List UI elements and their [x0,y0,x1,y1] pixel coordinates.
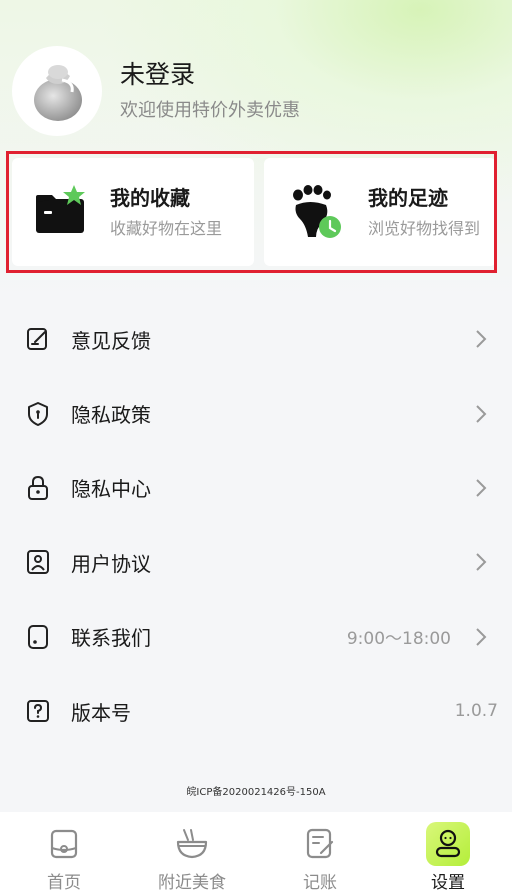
question-icon [27,700,49,723]
menu-item-contact[interactable]: 联系我们 9:00～18:00 [0,600,512,674]
menu-label-contact: 联系我们 [71,626,151,651]
folder-star-icon [36,185,85,233]
tab-label-settings: 设置 [431,873,465,893]
chevron-right-icon [476,404,487,423]
tab-label-nearby-food: 附近美食 [158,873,226,893]
home-icon [42,822,86,866]
history-card[interactable]: 我的足迹 浏览好物找得到 [264,158,496,266]
user-doc-icon [27,550,49,575]
tab-home[interactable]: 首页 [0,812,128,896]
menu-item-privacy-policy[interactable]: 隐私政策 [0,376,512,450]
menu-item-feedback[interactable]: 意见反馈 [0,302,512,376]
tab-label-accounting: 记账 [303,873,337,893]
menu-item-user-agreement[interactable]: 用户协议 [0,525,512,599]
avatar[interactable] [12,46,102,136]
menu-item-privacy-center[interactable]: 隐私中心 [0,451,512,525]
tab-settings[interactable]: 设置 [384,812,512,896]
menu-label-user-agreement: 用户协议 [71,551,151,576]
menu-label-privacy-center: 隐私中心 [71,477,151,502]
shield-icon [28,401,48,426]
contact-hours: 9:00～18:00 [346,629,451,650]
footprint-clock-icon [293,185,341,238]
icp-license: 皖ICP备2020021426号-150A [186,787,326,798]
notebook-icon [298,822,342,866]
tab-accounting[interactable]: 记账 [256,812,384,896]
favorites-subtitle: 收藏好物在这里 [110,219,223,238]
chevron-right-icon [476,330,487,348]
menu-label-version: 版本号 [71,700,131,725]
favorites-card[interactable]: 我的收藏 收藏好物在这里 [12,158,254,266]
menu-label-feedback: 意见反馈 [71,328,151,353]
history-subtitle: 浏览好物找得到 [368,219,481,238]
tab-nearby-food[interactable]: 附近美食 [128,812,256,896]
profile-section[interactable]: 未登录 欢迎使用特价外卖优惠 [12,46,300,136]
menu-label-privacy-policy: 隐私政策 [71,403,151,428]
settings-menu: 意见反馈 隐私政策 隐私中心 用户协议 联系我们 9:00～18:00 版本号 … [0,302,512,748]
version-number: 1.0.7 [454,701,498,722]
tab-label-home: 首页 [47,873,81,893]
phone-icon [28,624,48,649]
history-title: 我的足迹 [368,186,448,210]
login-status[interactable]: 未登录 [120,58,300,92]
profile-settings-icon [426,822,470,866]
chevron-right-icon [476,553,487,572]
welcome-text: 欢迎使用特价外卖优惠 [120,100,300,121]
chevron-right-icon [476,628,487,646]
bowl-icon [170,822,214,866]
feedback-edit-icon [27,328,47,351]
favorites-title: 我的收藏 [110,186,190,210]
chevron-right-icon [476,479,487,497]
bottom-tab-bar: 首页 附近美食 记账 设置 [0,812,512,896]
menu-item-version[interactable]: 版本号 1.0.7 [0,674,512,748]
money-bag-icon [34,65,82,121]
lock-icon [28,475,48,500]
